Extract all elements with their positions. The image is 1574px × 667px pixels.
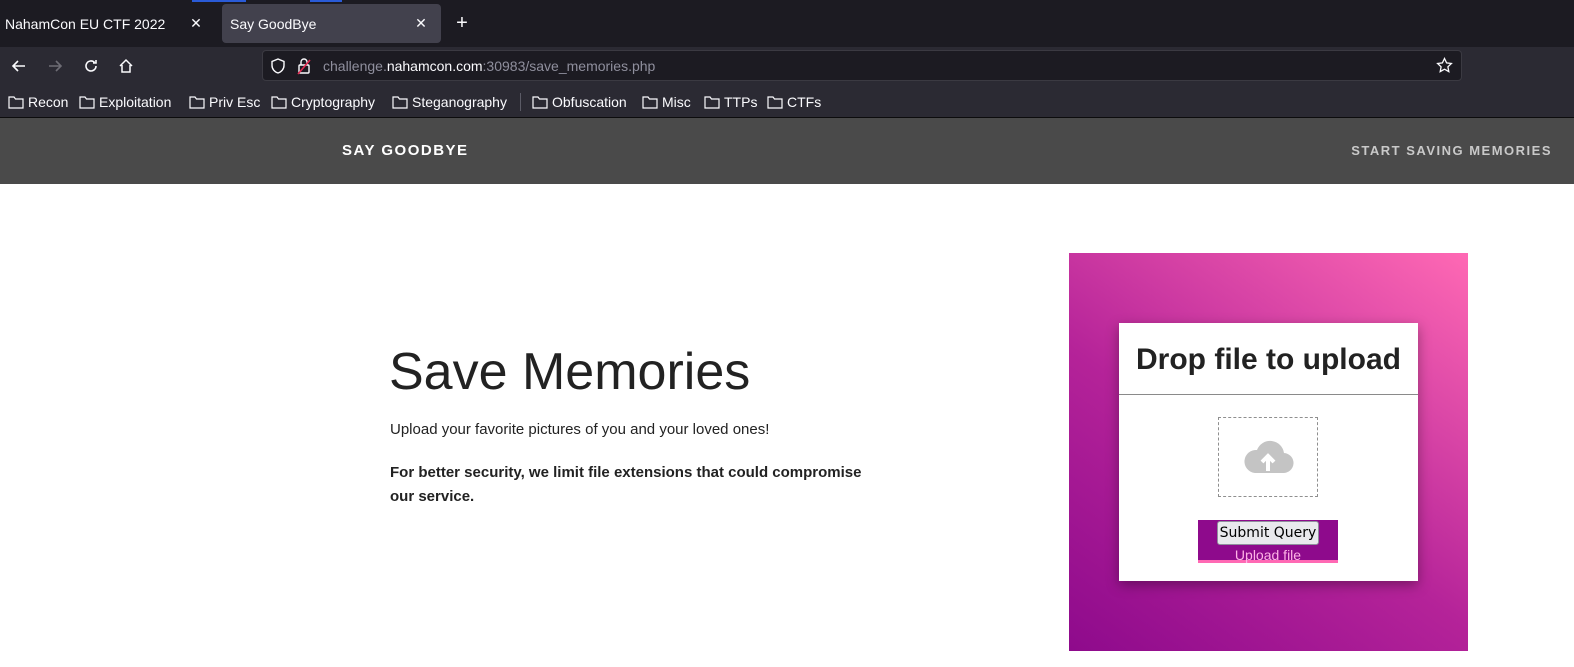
submit-query-button[interactable]: Submit Query xyxy=(1217,521,1319,545)
folder-icon xyxy=(392,96,408,109)
site-brand[interactable]: SAY GOODBYE xyxy=(342,142,469,159)
start-saving-memories-link[interactable]: START SAVING MEMORIES xyxy=(1351,143,1552,158)
close-icon[interactable]: ✕ xyxy=(186,13,206,33)
bookmarks-separator xyxy=(520,93,521,111)
reload-icon[interactable] xyxy=(80,55,102,77)
site-navbar: SAY GOODBYE START SAVING MEMORIES xyxy=(0,118,1574,184)
upload-file-label[interactable]: Upload file xyxy=(1198,547,1338,563)
close-icon[interactable]: ✕ xyxy=(411,13,431,33)
back-arrow-icon[interactable] xyxy=(8,55,30,77)
bookmarks-toolbar: Recon Exploitation Priv Esc Cryptography… xyxy=(0,85,1574,118)
shield-icon[interactable] xyxy=(271,58,285,79)
tab-title: Say GoodBye xyxy=(230,15,317,32)
home-icon[interactable] xyxy=(115,55,137,77)
upload-panel: Drop file to upload Submit Query Upload … xyxy=(1069,253,1468,651)
url-text[interactable]: challenge.nahamcon.com:30983/save_memori… xyxy=(323,58,655,74)
folder-icon xyxy=(8,96,24,109)
upload-file-button[interactable]: Submit Query Upload file xyxy=(1198,520,1338,563)
new-tab-plus-icon[interactable]: + xyxy=(451,12,473,34)
bookmark-folder-ctfs[interactable]: CTFs xyxy=(767,92,821,112)
insecure-lock-icon[interactable] xyxy=(297,57,311,80)
tab-bar: NahamCon EU CTF 2022 ✕ Say GoodBye ✕ + xyxy=(0,0,1574,47)
page-title: Save Memories xyxy=(389,343,751,401)
tab-say-goodbye[interactable]: Say GoodBye ✕ xyxy=(222,4,441,43)
upload-card-title: Drop file to upload xyxy=(1136,343,1401,376)
navigation-toolbar: challenge.nahamcon.com:30983/save_memori… xyxy=(0,47,1574,85)
upload-card: Drop file to upload Submit Query Upload … xyxy=(1119,323,1418,581)
bookmark-folder-misc[interactable]: Misc xyxy=(642,92,691,112)
folder-icon xyxy=(642,96,658,109)
tab-indicator xyxy=(310,0,342,2)
tab-title: NahamCon EU CTF 2022 xyxy=(5,15,166,32)
address-bar[interactable]: challenge.nahamcon.com:30983/save_memori… xyxy=(262,50,1462,81)
bookmark-folder-ttps[interactable]: TTPs xyxy=(704,92,757,112)
file-dropzone[interactable] xyxy=(1218,417,1318,497)
tab-nahamcon[interactable]: NahamCon EU CTF 2022 ✕ xyxy=(0,4,216,43)
folder-icon xyxy=(189,96,205,109)
security-note: For better security, we limit file exten… xyxy=(390,464,862,505)
bookmark-folder-exploitation[interactable]: Exploitation xyxy=(79,92,171,112)
folder-icon xyxy=(79,96,95,109)
divider xyxy=(1119,394,1418,395)
folder-icon xyxy=(271,96,287,109)
folder-icon xyxy=(767,96,783,109)
bookmark-folder-priv-esc[interactable]: Priv Esc xyxy=(189,92,260,112)
bookmark-folder-steganography[interactable]: Steganography xyxy=(392,92,507,112)
bookmark-folder-obfuscation[interactable]: Obfuscation xyxy=(532,92,627,112)
forward-arrow-icon[interactable] xyxy=(44,55,66,77)
bookmark-star-icon[interactable] xyxy=(1436,56,1453,79)
page-subtitle: Upload your favorite pictures of you and… xyxy=(390,421,770,438)
cloud-upload-icon xyxy=(1244,440,1294,474)
tab-indicator xyxy=(192,0,246,2)
bookmark-folder-cryptography[interactable]: Cryptography xyxy=(271,92,375,112)
folder-icon xyxy=(532,96,548,109)
bookmark-folder-recon[interactable]: Recon xyxy=(8,92,68,112)
folder-icon xyxy=(704,96,720,109)
